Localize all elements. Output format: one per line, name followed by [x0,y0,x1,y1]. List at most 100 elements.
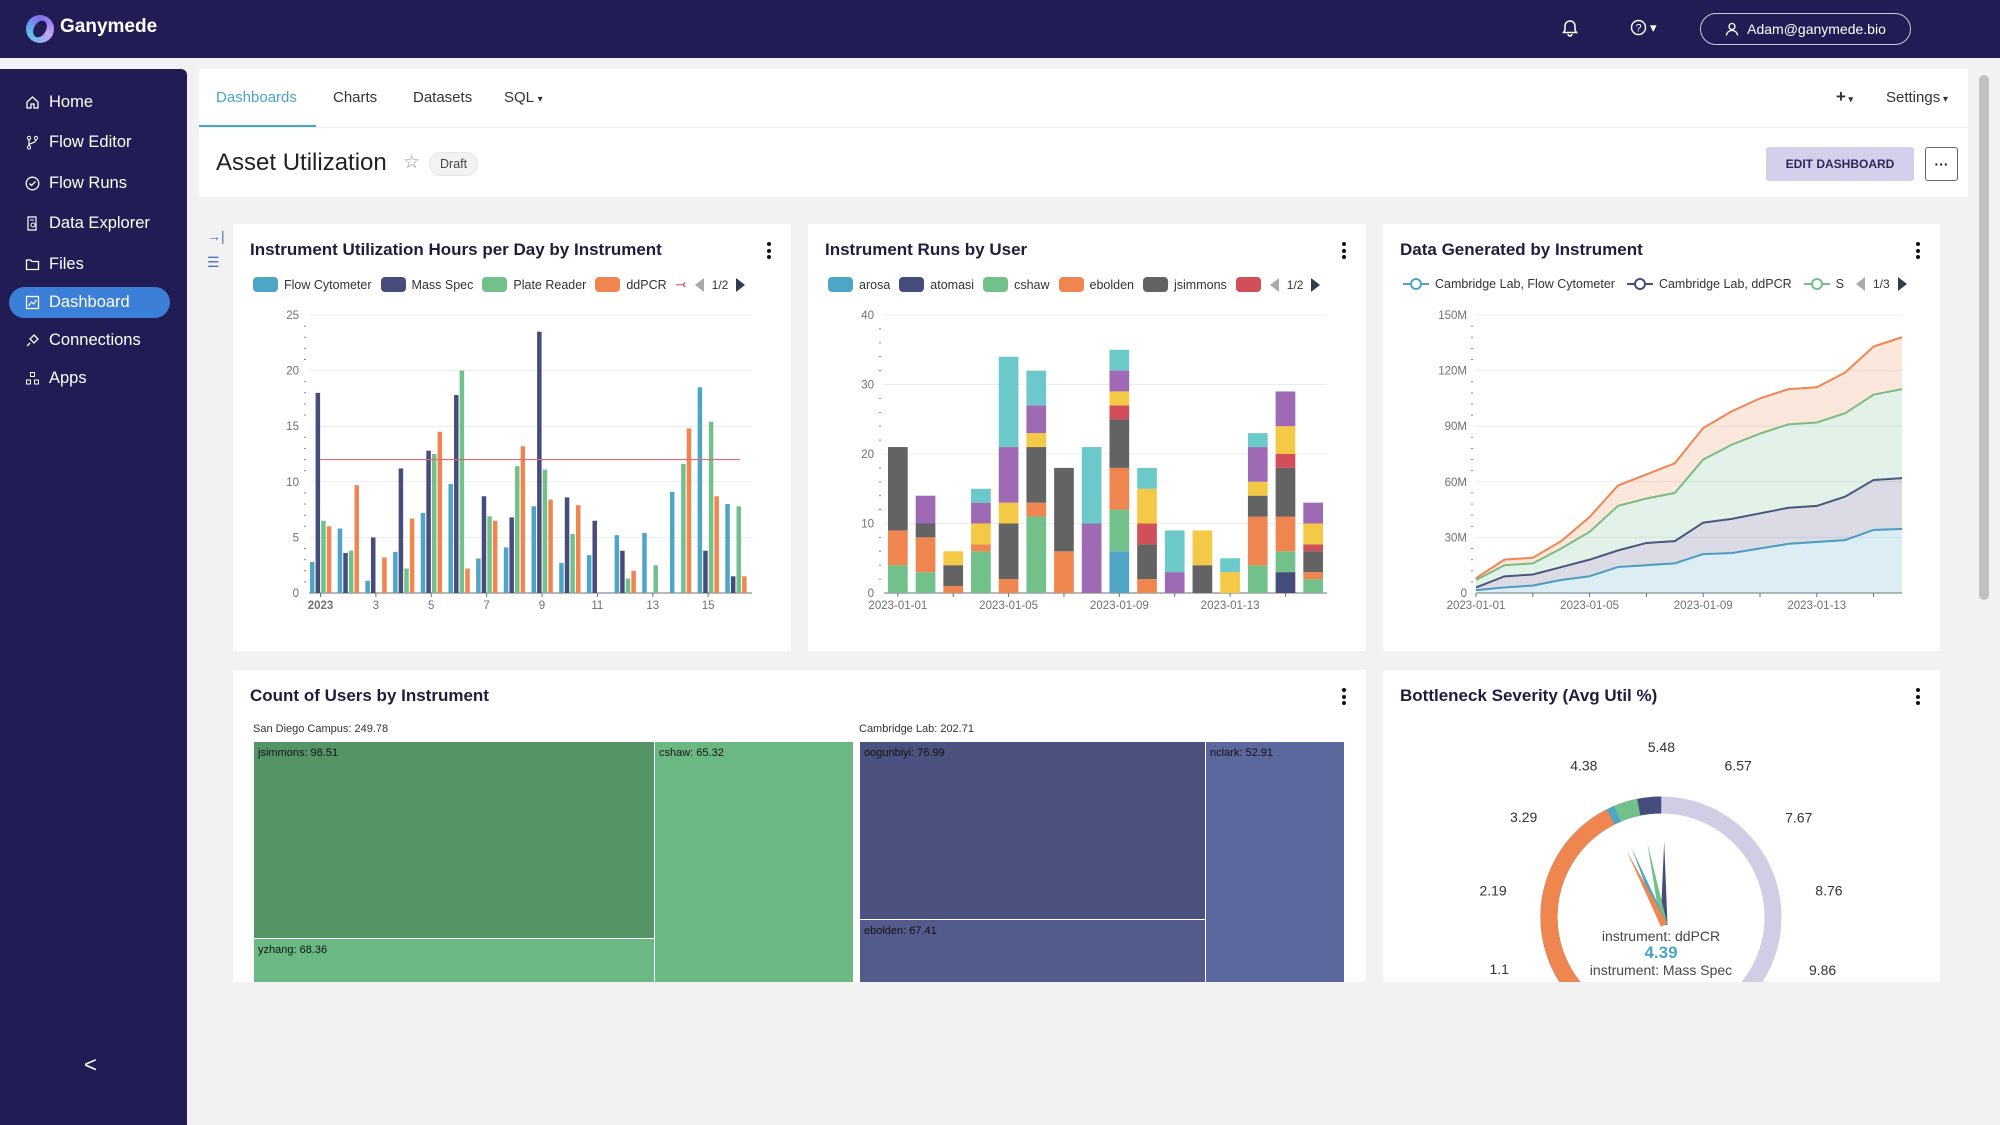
tab-charts[interactable]: Charts [333,89,377,106]
treemap-cell[interactable]: yzhang: 68.36 [253,938,655,982]
stacked-bar-segment-jsimmons [943,565,964,587]
sidebar-item-label: Home [49,93,94,111]
gauge-detail-label: instrument: ddPCR [1602,928,1720,944]
stacked-bar-segment [1247,481,1268,496]
stacked-bar-segment [1220,572,1240,593]
add-menu-button[interactable]: + ▾ [1836,87,1853,107]
sidebar-item-connections[interactable]: Connections [9,325,170,356]
sidebar-item-label: Connections [49,331,141,349]
favorite-star-icon[interactable]: ☆ [403,151,420,174]
plug-icon [26,334,39,347]
stacked-bar-segment [971,502,991,524]
stacked-bar-segment-ebolden [888,530,908,566]
y-tick-label: 90M [1445,421,1467,433]
filter-icon[interactable]: ☰ [207,254,225,271]
tab-dashboards[interactable]: Dashboards [216,89,297,106]
stacked-bar-segment-jsimmons [1109,419,1130,468]
bar-mass-spec [343,552,348,593]
stacked-bar-segment [971,523,991,545]
data-generated-area-chart: 0 30M 60M 90M 120M 150M 2023-01-01 2023-01-05 20… [1438,310,1903,612]
apps-icon [26,372,39,385]
bar-mass-spec [730,576,736,593]
ganymede-logo-icon[interactable] [26,15,54,43]
expand-filters-icon[interactable]: →| [207,228,225,244]
page-title: Asset Utilization [216,149,387,176]
treemap-cell[interactable]: nclark: 52.91 [1205,741,1345,982]
treemap-cell[interactable]: cshaw: 65.32 [654,741,854,982]
top-bar: Ganymede ? ▾ Adam@ganymede.bio [0,0,2000,58]
chart-title: Count of Users by Instrument [250,686,489,705]
app-name[interactable]: Ganymede [60,16,157,38]
stacked-bar-segment [915,495,936,524]
bar-plate-reader [653,565,658,593]
gauge-axis-label: 5.48 [1648,739,1675,755]
stacked-bar-segment [1164,530,1185,573]
tab-datasets[interactable]: Datasets [413,89,472,106]
stacked-bar-segment [1081,447,1102,524]
bar-ddpcr [326,526,332,593]
sidebar-item-data-explorer[interactable]: Data Explorer [9,208,170,239]
gauge-axis-label: 6.57 [1725,758,1752,774]
sidebar-item-home[interactable]: Home [9,87,170,118]
scrollbar-thumb[interactable] [1979,75,1989,600]
tab-sql[interactable]: SQL ▾ [504,89,543,106]
help-menu-button[interactable]: ? ▾ [1630,19,1657,36]
bar-flow-cytometer [393,551,398,593]
filter-panel-toggles: →| ☰ [207,228,225,271]
stacked-bar-segment-atomasi [1275,572,1296,593]
stacked-bar-segment-cshaw [1109,509,1130,552]
bar-plate-reader [487,516,492,593]
stacked-bar-segment [998,502,1019,524]
treemap-cell[interactable]: ebolden: 67.41 [859,919,1206,982]
y-tick-label: 0 [868,588,874,600]
bar-flow-cytometer [697,387,703,593]
stacked-bar-segment-ebolden [1137,579,1157,593]
collapse-sidebar-button[interactable]: < [84,1052,97,1078]
bar-ddpcr [714,496,719,593]
gauge-detail-label-2: instrument: Mass Spec [1590,962,1732,978]
settings-menu[interactable]: Settings ▾ [1886,89,1948,106]
stacked-bar-segment [1137,523,1157,545]
chart-card-bottleneck-gauge: Bottleneck Severity (Avg Util %) 1.1 2.19… [1383,670,1940,982]
sidebar-item-files[interactable]: Files [9,249,170,280]
chart-menu-icon[interactable] [1342,688,1346,708]
sidebar-item-dashboard[interactable]: Dashboard [9,287,170,318]
stacked-bar-segment-ebolden [1247,516,1268,566]
y-tick-label: 20 [286,366,299,378]
chart-icon [25,295,40,310]
edit-dashboard-button[interactable]: EDIT DASHBOARD [1766,147,1914,181]
bar-plate-reader [515,466,520,593]
gauge-detail-value: 4.39 [1644,943,1677,962]
stacked-bar-segment-jsimmons [1303,551,1323,573]
svg-text:?: ? [1635,23,1641,35]
stacked-bar-segment-ebolden [1109,467,1130,510]
user-menu-button[interactable]: Adam@ganymede.bio [1700,13,1911,45]
sidebar-item-flow-runs[interactable]: Flow Runs [9,168,170,199]
bar-ddpcr [437,431,443,593]
stacked-bar-segment-ebolden [915,537,936,573]
more-options-button[interactable]: ··· [1925,147,1958,181]
bar-mass-spec [370,537,376,593]
sidebar-item-apps[interactable]: Apps [9,363,170,394]
bell-icon[interactable] [1562,19,1578,42]
y-tick-label: 10 [286,477,299,489]
bar-plate-reader [459,370,465,593]
sidebar: Home Flow Editor Flow Runs Data Explorer… [0,69,187,1125]
stacked-bar-segment [1275,391,1296,427]
treemap-cell[interactable]: jsimmons: 98.51 [253,741,655,939]
y-tick-label: 25 [286,310,299,322]
bar-mass-spec [703,550,708,593]
bar-ddpcr [382,557,387,593]
stacked-bar-segment-jsimmons [1054,467,1074,552]
sidebar-item-flow-editor[interactable]: Flow Editor [9,127,170,158]
stacked-bar-segment-jsimmons [1275,467,1296,517]
stacked-bar-segment [1109,349,1130,371]
treemap-cell[interactable]: oogunbiyi: 76.99 [859,741,1206,920]
folder-icon [25,259,40,271]
stacked-bar-segment [1220,558,1240,573]
divider [199,127,1968,128]
sidebar-item-label: Flow Runs [49,174,127,192]
x-tick-label: 9 [539,600,545,612]
stacked-bar-segment [1303,544,1323,552]
stacked-bar-segment-ebolden [971,544,991,552]
